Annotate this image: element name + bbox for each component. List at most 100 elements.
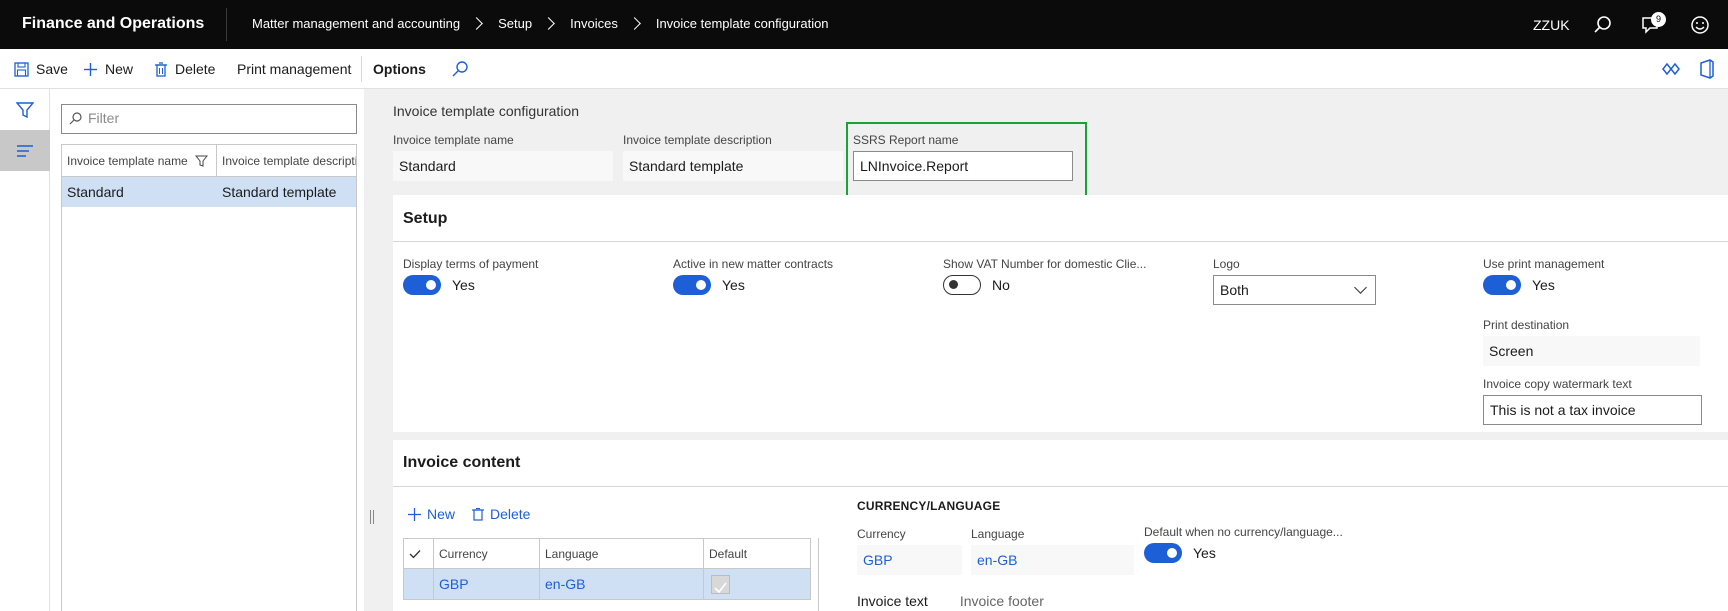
ssrs-report-input[interactable]: LNInvoice.Report (853, 151, 1073, 181)
smiley-feedback-icon[interactable] (1689, 14, 1711, 36)
notification-badge: 9 (1651, 12, 1666, 27)
chevron-right-icon (627, 17, 641, 30)
save-button[interactable]: Save (14, 61, 68, 77)
select-all-column[interactable] (404, 539, 434, 569)
currency-language-grid: Currency Language Default GBP en-GB (403, 538, 811, 600)
app-title[interactable]: Finance and Operations (22, 15, 204, 33)
breadcrumb: Matter management and accounting Setup I… (252, 16, 829, 31)
template-name-label: Invoice template name (393, 133, 514, 147)
list-panel: Invoice template name Invoice template d… (50, 89, 364, 611)
template-name-field: Invoice template name Standard (393, 133, 613, 181)
top-navigation-bar: Finance and Operations Matter management… (0, 0, 1728, 49)
currency-value[interactable]: GBP (857, 545, 962, 575)
invoice-content-title[interactable]: Invoice content (403, 454, 520, 472)
breadcrumb-module[interactable]: Matter management and accounting (252, 16, 460, 31)
watermark-field: Invoice copy watermark text This is not … (1483, 377, 1702, 425)
action-divider (361, 56, 362, 82)
setup-section: Setup Display terms of payment Yes Activ… (393, 195, 1728, 432)
row-select-cell[interactable] (404, 569, 434, 599)
page-title: Invoice template configuration (393, 103, 579, 119)
table-row[interactable]: GBP en-GB (404, 569, 810, 599)
filter-pane-button[interactable] (0, 89, 50, 130)
search-icon[interactable] (1592, 14, 1614, 36)
grid-scrollbar[interactable] (811, 538, 819, 611)
language-label: Language (971, 527, 1025, 541)
logo-select-value: Both (1220, 282, 1249, 298)
show-vat-toggle[interactable] (943, 275, 981, 295)
language-value[interactable]: en-GB (971, 545, 1134, 575)
filter-input[interactable] (88, 105, 338, 131)
top-divider (226, 8, 227, 41)
column-header-name[interactable]: Invoice template name (62, 145, 217, 177)
office-icon[interactable] (1698, 59, 1716, 79)
invoice-content-section: Invoice content New Delete Currency Lang… (393, 440, 1728, 611)
options-label: Options (373, 61, 426, 77)
list-view-button[interactable] (0, 130, 50, 171)
breadcrumb-current-page: Invoice template configuration (655, 16, 829, 31)
ssrs-report-field: SSRS Report name LNInvoice.Report (853, 133, 1073, 181)
table-row[interactable]: Standard Standard template (62, 177, 356, 207)
breadcrumb-invoices[interactable]: Invoices (570, 16, 618, 31)
active-new-contracts-value: Yes (722, 277, 745, 293)
language-field: Language en-GB (971, 527, 1134, 575)
logo-label: Logo (1213, 257, 1240, 271)
cell-language[interactable]: en-GB (540, 569, 704, 599)
display-terms-label: Display terms of payment (403, 257, 539, 271)
company-picker[interactable]: ZZUK (1533, 17, 1570, 33)
action-pane: Save New Delete Print management Options (0, 49, 1728, 89)
print-destination-value[interactable]: Screen (1483, 336, 1700, 366)
column-filter-icon[interactable] (195, 155, 208, 168)
setup-title[interactable]: Setup (403, 210, 447, 228)
filter-box (61, 104, 357, 134)
checkmark-icon (409, 550, 421, 559)
column-header-currency[interactable]: Currency (434, 539, 540, 569)
invoice-text-tabs: Invoice text Invoice footer (857, 593, 1044, 609)
print-management-button[interactable]: Print management (237, 61, 351, 77)
delete-button[interactable]: Delete (154, 61, 215, 77)
print-management-label: Print management (237, 61, 352, 77)
display-terms-toggle[interactable] (403, 275, 441, 295)
template-description-label: Invoice template description (623, 133, 772, 147)
checkmark-icon (714, 582, 727, 594)
active-new-contracts-toggle[interactable] (673, 275, 711, 295)
list-icon (17, 144, 33, 157)
tab-invoice-footer[interactable]: Invoice footer (960, 593, 1044, 609)
diamond-connect-icon[interactable] (1662, 60, 1680, 78)
new-button[interactable]: New (83, 61, 133, 77)
print-destination-label: Print destination (1483, 318, 1570, 332)
active-new-contracts-field: Active in new matter contracts Yes (673, 257, 833, 295)
breadcrumb-setup[interactable]: Setup (498, 16, 532, 31)
default-currency-language-toggle[interactable] (1144, 543, 1182, 563)
use-print-management-toggle[interactable] (1483, 275, 1521, 295)
options-tab[interactable]: Options (373, 61, 426, 77)
chevron-down-icon (1354, 281, 1367, 294)
print-destination-field: Print destination Screen (1483, 318, 1700, 366)
template-name-value[interactable]: Standard (393, 151, 613, 181)
watermark-input[interactable]: This is not a tax invoice (1483, 395, 1702, 425)
default-currency-language-label: Default when no currency/language... (1144, 525, 1343, 539)
use-print-management-value: Yes (1532, 277, 1555, 293)
default-checkbox (711, 575, 730, 594)
navigation-rail (0, 89, 50, 611)
content-delete-button[interactable]: Delete (472, 506, 530, 522)
logo-select[interactable]: Both (1213, 275, 1376, 305)
column-header-language[interactable]: Language (540, 539, 704, 569)
content-new-label: New (427, 506, 456, 522)
trash-icon (472, 507, 484, 521)
template-description-value[interactable]: Standard template (623, 151, 843, 181)
cell-currency[interactable]: GBP (434, 569, 540, 599)
panel-splitter[interactable] (370, 510, 374, 524)
delete-label: Delete (175, 61, 216, 77)
column-header-default[interactable]: Default (704, 539, 810, 569)
tab-invoice-text[interactable]: Invoice text (857, 593, 928, 609)
chevron-right-icon (470, 17, 484, 30)
search-actions-icon[interactable] (451, 60, 469, 78)
currency-language-heading: CURRENCY/LANGUAGE (857, 499, 1001, 513)
display-terms-value: Yes (452, 277, 475, 293)
use-print-management-field: Use print management Yes (1483, 257, 1604, 295)
column-header-description[interactable]: Invoice template description (217, 145, 356, 177)
content-new-button[interactable]: New (408, 506, 455, 522)
default-currency-language-field: Default when no currency/language... Yes (1144, 525, 1343, 563)
grid-header: Invoice template name Invoice template d… (62, 145, 356, 177)
currency-label: Currency (857, 527, 906, 541)
